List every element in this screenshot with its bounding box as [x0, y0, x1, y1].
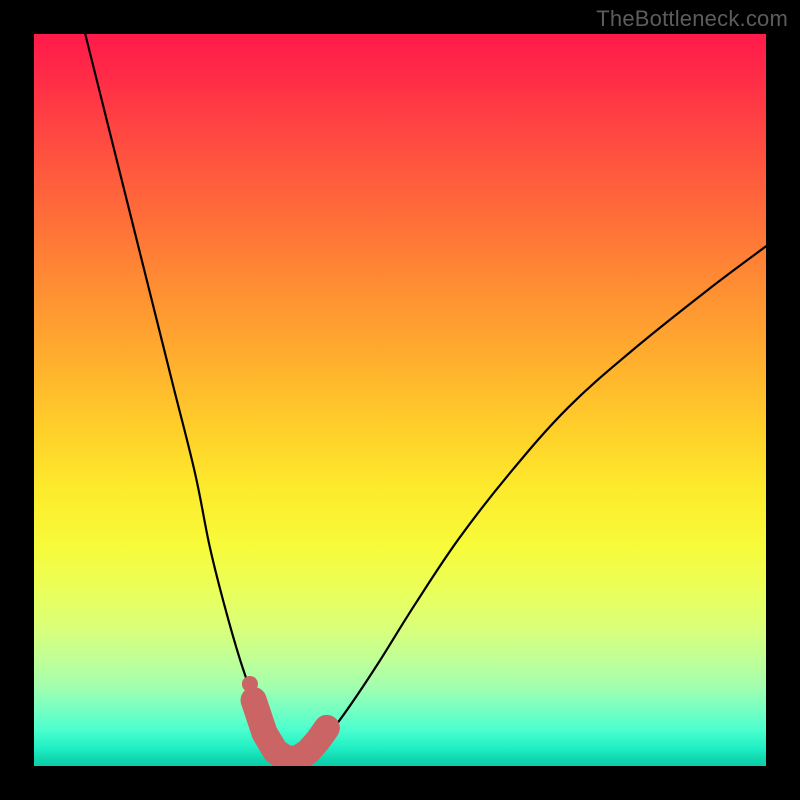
plot-area — [34, 34, 766, 766]
chart-frame: TheBottleneck.com — [0, 0, 800, 800]
curve-layer — [34, 34, 766, 766]
bottleneck-curve — [85, 34, 766, 762]
marker-band — [254, 700, 327, 759]
highlight-markers — [242, 676, 327, 759]
watermark-text: TheBottleneck.com — [596, 6, 788, 32]
